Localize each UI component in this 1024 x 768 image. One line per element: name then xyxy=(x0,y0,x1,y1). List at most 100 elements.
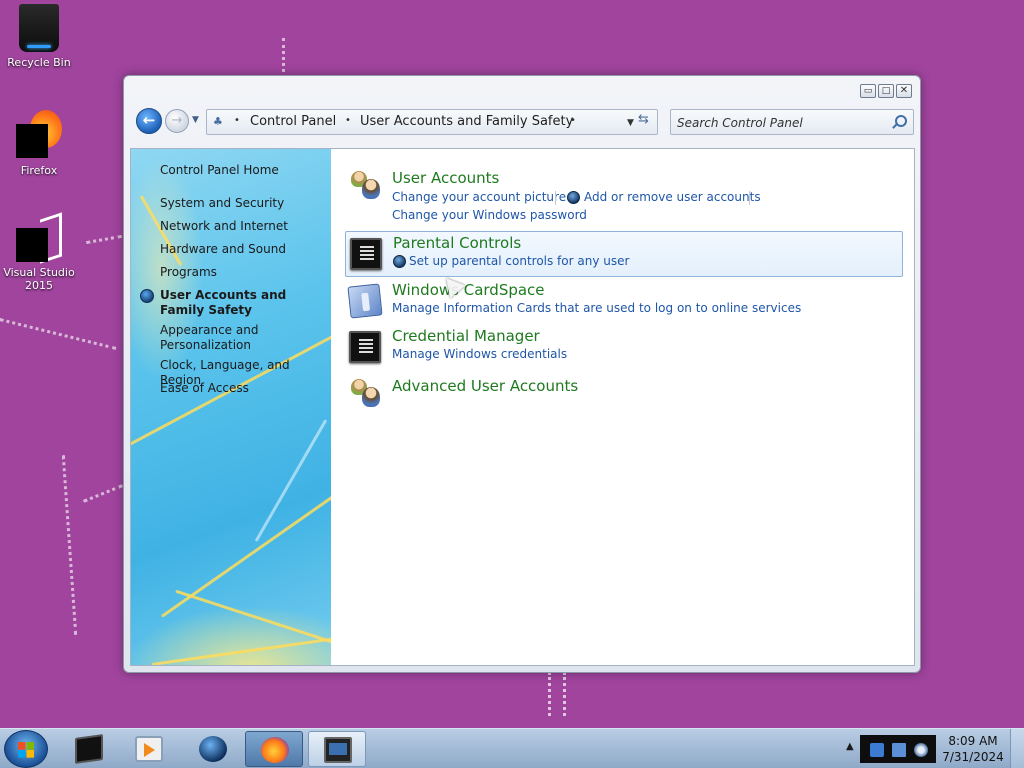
desktop-doodle xyxy=(282,38,285,72)
refresh-icon[interactable]: ⇆ xyxy=(638,112,649,127)
search-input[interactable] xyxy=(677,114,883,131)
window-icon xyxy=(324,737,352,763)
background-streak xyxy=(151,635,331,665)
control-panel-icon xyxy=(75,734,103,764)
notification-area xyxy=(860,735,936,763)
taskbar-firefox[interactable] xyxy=(245,731,303,767)
task-separator xyxy=(749,191,750,205)
task-link[interactable]: Change your account picture xyxy=(392,190,566,204)
category-windows-cardspace: Windows CardSpace Manage Information Car… xyxy=(345,281,903,323)
category-parental-controls[interactable]: Parental Controls Set up parental contro… xyxy=(345,231,903,277)
desktop-icon-label: Firefox xyxy=(20,164,58,177)
firefox-icon xyxy=(16,110,62,160)
desktop-doodle xyxy=(0,318,117,381)
action-center-icon[interactable] xyxy=(870,743,884,757)
taskbar-control-panel[interactable] xyxy=(60,731,118,767)
breadcrumb-separator[interactable]: • xyxy=(345,115,351,126)
category-title[interactable]: User Accounts xyxy=(392,169,499,187)
category-user-accounts: User Accounts Change your account pictur… xyxy=(345,165,903,225)
caption-buttons: ▭ □ ✕ xyxy=(860,84,912,98)
taskbar-media-player[interactable] xyxy=(120,731,178,767)
category-title[interactable]: Credential Manager xyxy=(392,327,540,345)
recycle-bin-icon xyxy=(19,4,59,52)
breadcrumb-control-panel[interactable]: Control Panel xyxy=(250,114,336,129)
address-bar[interactable]: ♣ • Control Panel • User Accounts and Fa… xyxy=(206,109,658,135)
nav-ease-of-access[interactable]: Ease of Access xyxy=(160,381,325,396)
clock[interactable]: 8:09 AM 7/31/2024 xyxy=(940,733,1006,765)
nav-hardware-and-sound[interactable]: Hardware and Sound xyxy=(160,242,325,257)
network-icon[interactable] xyxy=(892,743,906,757)
nav-programs[interactable]: Programs xyxy=(160,265,325,280)
taskbar: ▲ 8:09 AM 7/31/2024 xyxy=(0,728,1024,768)
search-box[interactable] xyxy=(670,109,914,135)
task-link[interactable]: Add or remove user accounts xyxy=(584,190,761,204)
windows-logo-icon xyxy=(18,742,34,758)
category-title[interactable]: Parental Controls xyxy=(393,234,521,252)
clock-date: 7/31/2024 xyxy=(942,750,1004,764)
show-hidden-icons-button[interactable]: ▲ xyxy=(846,741,854,752)
nav-system-and-security[interactable]: System and Security xyxy=(160,196,325,211)
search-icon[interactable] xyxy=(895,115,907,127)
navigation-pane: Control Panel Home System and Security N… xyxy=(131,149,331,665)
desktop-doodle xyxy=(61,455,79,635)
desktop-icon-recycle-bin[interactable]: Recycle Bin xyxy=(1,4,77,69)
current-location-icon xyxy=(140,289,154,303)
arrow-right-icon: → xyxy=(171,113,183,128)
task-link[interactable]: Manage Windows credentials xyxy=(392,347,567,361)
recent-pages-dropdown[interactable]: ▼ xyxy=(192,115,199,125)
breadcrumb-separator[interactable]: • xyxy=(570,115,576,126)
main-pane: User Accounts Change your account pictur… xyxy=(331,149,914,665)
address-dropdown[interactable]: ▼ xyxy=(627,118,634,128)
desktop-icon-label: Visual Studio 2015 xyxy=(3,266,75,292)
taskbar-network[interactable] xyxy=(184,731,242,767)
advanced-user-accounts-icon xyxy=(349,377,381,409)
desktop-icon-label: Recycle Bin xyxy=(7,56,71,69)
background-streak xyxy=(160,483,331,618)
client-area: Control Panel Home System and Security N… xyxy=(130,148,915,666)
taskbar-window-active[interactable] xyxy=(308,731,366,767)
shield-icon xyxy=(567,191,580,204)
visual-studio-icon xyxy=(16,212,62,264)
category-credential-manager: Credential Manager Manage Windows creden… xyxy=(345,327,903,369)
nav-user-accounts-and-family-safety[interactable]: User Accounts and Family Safety xyxy=(160,288,325,318)
task-link[interactable]: Set up parental controls for any user xyxy=(409,254,629,268)
minimize-button[interactable]: ▭ xyxy=(860,84,876,98)
media-player-icon xyxy=(135,736,163,762)
task-link[interactable]: Manage Information Cards that are used t… xyxy=(392,301,801,315)
category-title[interactable]: Advanced User Accounts xyxy=(392,377,578,395)
globe-icon xyxy=(199,736,227,762)
breadcrumb-separator[interactable]: • xyxy=(234,115,240,126)
control-panel-icon: ♣ xyxy=(213,115,223,128)
credential-manager-icon xyxy=(349,331,381,363)
start-button[interactable] xyxy=(4,730,48,768)
chevron-down-icon: ▼ xyxy=(192,115,199,125)
forward-button[interactable]: → xyxy=(165,109,189,133)
category-title[interactable]: Windows CardSpace xyxy=(392,281,545,299)
user-accounts-icon xyxy=(349,169,381,201)
arrow-left-icon: ← xyxy=(142,111,156,129)
cardspace-icon xyxy=(347,283,383,319)
navigation-bar: ← → ▼ ♣ • Control Panel • User Accounts … xyxy=(134,106,914,138)
shield-icon xyxy=(393,255,406,268)
control-panel-window: ▭ □ ✕ ← → ▼ ♣ • Control Panel • User Acc… xyxy=(123,75,921,673)
nav-appearance-and-personalization[interactable]: Appearance and Personalization xyxy=(160,323,325,353)
task-link[interactable]: Change your Windows password xyxy=(392,208,587,222)
back-button[interactable]: ← xyxy=(136,108,162,134)
nav-control-panel-home[interactable]: Control Panel Home xyxy=(160,163,325,178)
firefox-icon xyxy=(261,737,289,763)
show-desktop-button[interactable] xyxy=(1010,729,1024,768)
nav-network-and-internet[interactable]: Network and Internet xyxy=(160,219,325,234)
parental-controls-icon xyxy=(350,238,382,270)
close-button[interactable]: ✕ xyxy=(896,84,912,98)
category-advanced-user-accounts: Advanced User Accounts xyxy=(345,375,903,411)
desktop-doodle xyxy=(548,672,566,716)
volume-icon[interactable] xyxy=(914,743,928,757)
task-separator xyxy=(555,191,556,205)
clock-time: 8:09 AM xyxy=(948,734,998,748)
maximize-button[interactable]: □ xyxy=(878,84,894,98)
desktop-icon-firefox[interactable]: Firefox xyxy=(1,110,77,177)
breadcrumb-user-accounts[interactable]: User Accounts and Family Safety xyxy=(360,114,573,129)
desktop-doodle xyxy=(86,234,122,245)
desktop-icon-visual-studio[interactable]: Visual Studio 2015 xyxy=(1,212,77,292)
desktop-doodle xyxy=(82,484,124,503)
